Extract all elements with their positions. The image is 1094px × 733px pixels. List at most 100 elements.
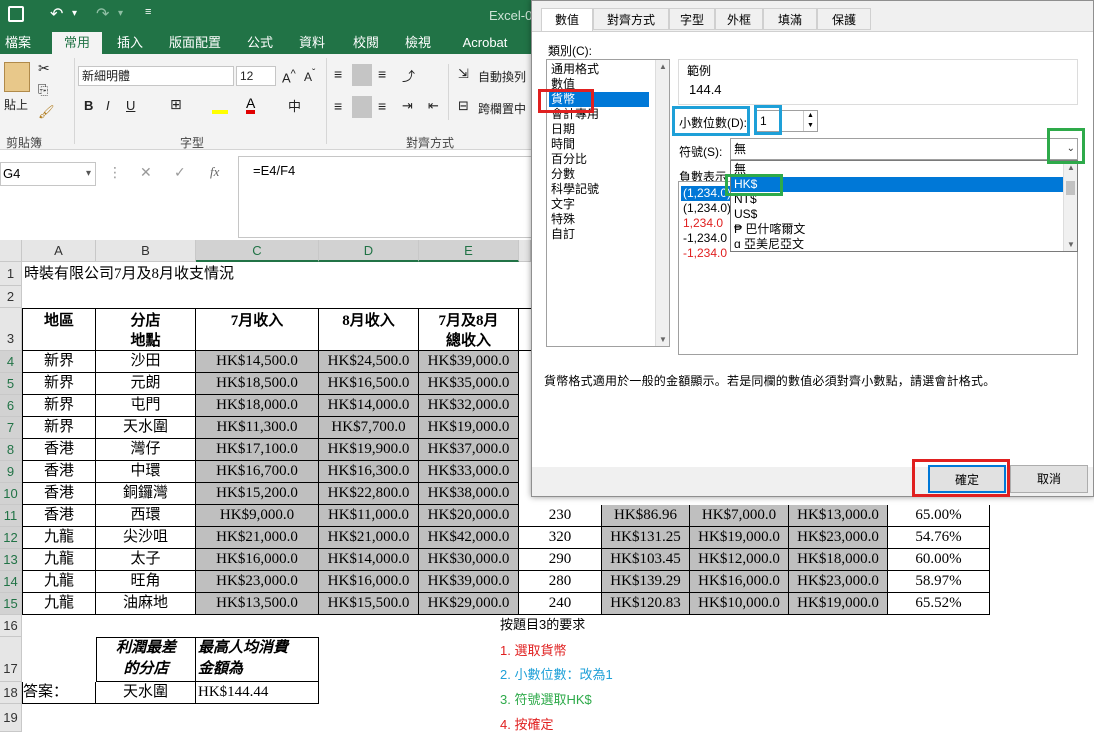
- redo-dropdown-icon[interactable]: ▾: [118, 8, 123, 19]
- wrap-text-icon[interactable]: ⇲: [458, 66, 469, 82]
- data-cell[interactable]: HK$16,000.0: [319, 571, 419, 593]
- category-item[interactable]: 文字: [549, 197, 649, 212]
- row-header[interactable]: 4: [0, 351, 22, 373]
- column-header-d[interactable]: D: [319, 240, 419, 262]
- scroll-thumb[interactable]: [1066, 181, 1075, 195]
- data-cell[interactable]: HK$17,100.0: [196, 439, 319, 461]
- row-header[interactable]: 8: [0, 439, 22, 461]
- max-spend-label[interactable]: 最高人均消費 金額為: [196, 637, 319, 682]
- data-cell[interactable]: 65.52%: [888, 593, 990, 615]
- data-cell[interactable]: 屯門: [96, 395, 196, 417]
- row-header[interactable]: 10: [0, 483, 22, 505]
- data-cell[interactable]: HK$22,800.0: [319, 483, 419, 505]
- fill-color-icon[interactable]: [212, 98, 228, 114]
- data-cell[interactable]: HK$11,300.0: [196, 417, 319, 439]
- undo-dropdown-icon[interactable]: ▾: [72, 8, 77, 19]
- format-painter-icon[interactable]: 🖌: [38, 104, 55, 120]
- symbol-option[interactable]: US$: [731, 207, 1063, 222]
- data-cell[interactable]: 九龍: [22, 593, 96, 615]
- data-cell[interactable]: HK$16,000.0: [690, 571, 789, 593]
- tab-home[interactable]: 常用: [52, 32, 102, 54]
- data-cell[interactable]: 新界: [22, 395, 96, 417]
- data-cell[interactable]: 54.76%: [888, 527, 990, 549]
- header-cell[interactable]: 地區: [22, 308, 96, 351]
- category-item[interactable]: 百分比: [549, 152, 649, 167]
- indent-icon[interactable]: ⇥: [402, 98, 413, 114]
- column-header-e[interactable]: E: [419, 240, 519, 262]
- scroll-up-icon[interactable]: ▲: [1067, 163, 1075, 172]
- data-cell[interactable]: 香港: [22, 461, 96, 483]
- row-header[interactable]: 17: [0, 637, 22, 682]
- column-header-a[interactable]: A: [22, 240, 96, 262]
- cancel-icon[interactable]: ✕: [140, 164, 152, 181]
- data-cell[interactable]: HK$131.25: [602, 527, 690, 549]
- data-cell[interactable]: 230: [519, 505, 602, 527]
- data-cell[interactable]: 320: [519, 527, 602, 549]
- font-color-icon[interactable]: A: [246, 96, 256, 114]
- data-cell[interactable]: HK$15,500.0: [319, 593, 419, 615]
- data-cell[interactable]: 240: [519, 593, 602, 615]
- data-cell[interactable]: HK$21,000.0: [319, 527, 419, 549]
- tab-view[interactable]: 檢視: [398, 32, 438, 54]
- align-left-icon[interactable]: ≡: [334, 98, 342, 114]
- font-size-select[interactable]: 12: [236, 66, 276, 86]
- spin-up-icon[interactable]: ▲: [803, 111, 817, 121]
- row-header[interactable]: 9: [0, 461, 22, 483]
- row-header[interactable]: 12: [0, 527, 22, 549]
- increase-font-icon[interactable]: A^: [282, 68, 296, 85]
- enter-icon[interactable]: ✓: [174, 164, 186, 181]
- column-header-c[interactable]: C: [196, 240, 319, 262]
- data-cell[interactable]: 元朗: [96, 373, 196, 395]
- tab-protection[interactable]: 保護: [817, 8, 871, 30]
- data-cell[interactable]: HK$19,900.0: [319, 439, 419, 461]
- copy-icon[interactable]: ⎘: [38, 82, 48, 98]
- bold-button[interactable]: B: [84, 98, 93, 113]
- data-cell[interactable]: HK$86.96: [602, 505, 690, 527]
- outdent-icon[interactable]: ⇤: [428, 98, 439, 114]
- header-cell[interactable]: 8月收入: [319, 308, 419, 351]
- data-cell[interactable]: HK$16,700.0: [196, 461, 319, 483]
- data-cell[interactable]: 旺角: [96, 571, 196, 593]
- redo-icon[interactable]: ↷: [96, 4, 109, 24]
- scroll-down-icon[interactable]: ▼: [659, 335, 667, 344]
- tab-file[interactable]: 檔案: [0, 32, 36, 54]
- chevron-down-icon[interactable]: ▾: [86, 163, 91, 185]
- category-item[interactable]: 分數: [549, 167, 649, 182]
- orientation-icon[interactable]: ⤴: [402, 66, 415, 85]
- data-cell[interactable]: HK$30,000.0: [419, 549, 519, 571]
- column-header-b[interactable]: B: [96, 240, 196, 262]
- data-cell[interactable]: 灣仔: [96, 439, 196, 461]
- data-cell[interactable]: HK$16,500.0: [319, 373, 419, 395]
- data-cell[interactable]: 香港: [22, 505, 96, 527]
- select-all-button[interactable]: [0, 240, 22, 262]
- data-cell[interactable]: 太子: [96, 549, 196, 571]
- data-cell[interactable]: HK$14,500.0: [196, 351, 319, 373]
- data-cell[interactable]: HK$16,000.0: [196, 549, 319, 571]
- data-cell[interactable]: HK$16,300.0: [319, 461, 419, 483]
- scroll-up-icon[interactable]: ▲: [659, 62, 667, 71]
- cancel-button[interactable]: 取消: [1010, 465, 1088, 493]
- spin-down-icon[interactable]: ▼: [803, 121, 817, 131]
- data-cell[interactable]: 280: [519, 571, 602, 593]
- data-cell[interactable]: 65.00%: [888, 505, 990, 527]
- data-cell[interactable]: HK$120.83: [602, 593, 690, 615]
- header-cell[interactable]: 7月及8月 總收入: [419, 308, 519, 351]
- data-cell[interactable]: 銅鑼灣: [96, 483, 196, 505]
- tab-insert[interactable]: 插入: [108, 32, 152, 54]
- italic-button[interactable]: I: [106, 98, 110, 113]
- data-cell[interactable]: HK$32,000.0: [419, 395, 519, 417]
- row-header[interactable]: 15: [0, 593, 22, 615]
- data-cell[interactable]: 60.00%: [888, 549, 990, 571]
- data-cell[interactable]: HK$23,000.0: [789, 527, 888, 549]
- insert-function-icon[interactable]: fx: [210, 164, 219, 180]
- category-item[interactable]: 特殊: [549, 212, 649, 227]
- tab-acrobat[interactable]: Acrobat: [452, 32, 518, 54]
- data-cell[interactable]: HK$33,000.0: [419, 461, 519, 483]
- data-cell[interactable]: HK$19,000.0: [419, 417, 519, 439]
- paste-button[interactable]: 貼上: [4, 96, 28, 113]
- category-item[interactable]: 自訂: [549, 227, 649, 242]
- data-cell[interactable]: HK$15,200.0: [196, 483, 319, 505]
- customize-toolbar-icon[interactable]: ≡: [145, 6, 151, 18]
- data-cell[interactable]: HK$18,000.0: [789, 549, 888, 571]
- row-header[interactable]: 19: [0, 704, 22, 732]
